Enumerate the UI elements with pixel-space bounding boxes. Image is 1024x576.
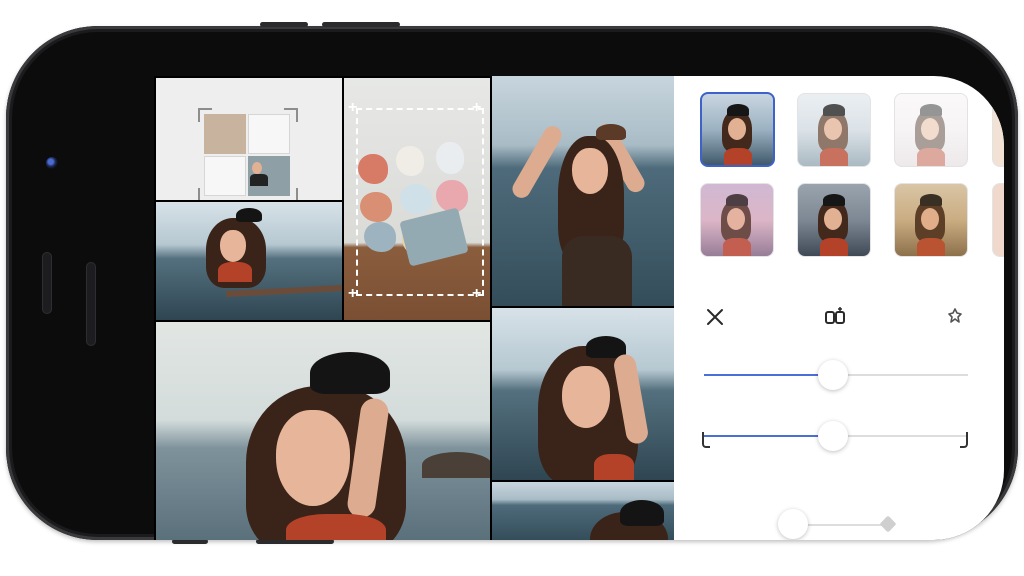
slider-knob[interactable] xyxy=(778,509,808,539)
filter-warm[interactable] xyxy=(894,183,968,257)
slider-end-handle[interactable] xyxy=(879,515,897,533)
photo-top-right[interactable] xyxy=(492,76,674,306)
add-icon[interactable]: + xyxy=(348,286,357,302)
compare-icon[interactable] xyxy=(824,306,846,328)
slider-min-marker xyxy=(702,432,710,448)
auto-enhance-icon[interactable] xyxy=(944,306,966,328)
volume-up-button xyxy=(260,22,308,27)
screen: + + + + xyxy=(154,76,1004,540)
slider-max-marker xyxy=(960,432,968,448)
template-cell xyxy=(204,156,246,196)
template-cell xyxy=(204,114,246,154)
filter-original[interactable] xyxy=(700,92,775,167)
filter-rose[interactable] xyxy=(700,183,774,257)
phone-frame: + + + + xyxy=(6,22,1018,544)
template-tile[interactable] xyxy=(156,78,342,200)
editor-panel xyxy=(674,76,1004,540)
drop-zone[interactable] xyxy=(356,108,484,296)
photo-small[interactable] xyxy=(156,202,342,320)
slider-knob[interactable] xyxy=(818,421,848,451)
filter-cool[interactable] xyxy=(797,183,871,257)
sensor-bar xyxy=(86,262,96,346)
slider-knob[interactable] xyxy=(818,360,848,390)
speaker-grille xyxy=(42,252,52,314)
layout-template[interactable] xyxy=(198,108,298,200)
volume-down-button xyxy=(322,22,400,27)
add-icon[interactable]: + xyxy=(348,100,357,116)
add-icon[interactable]: + xyxy=(472,100,481,116)
front-camera xyxy=(46,157,58,169)
filter-more[interactable] xyxy=(992,183,1004,257)
photo-mid-right[interactable] xyxy=(492,308,674,480)
petals-tile[interactable]: + + + + xyxy=(344,78,490,320)
photo-large[interactable] xyxy=(156,322,490,540)
close-icon[interactable] xyxy=(704,306,726,328)
filter-faded[interactable] xyxy=(797,93,871,167)
filter-more[interactable] xyxy=(992,93,1004,167)
add-icon[interactable]: + xyxy=(472,286,481,302)
filter-bright[interactable] xyxy=(894,93,968,167)
template-cell xyxy=(248,156,290,196)
photo-bottom-right[interactable] xyxy=(492,482,674,540)
template-cell xyxy=(248,114,290,154)
